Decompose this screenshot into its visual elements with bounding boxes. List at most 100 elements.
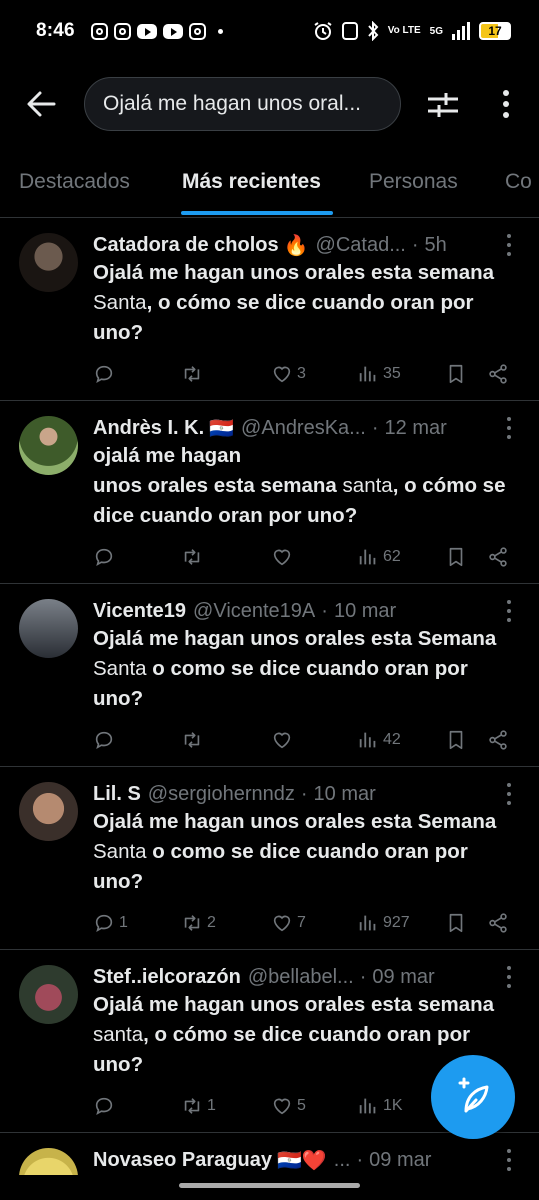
tweet-actions: 42 <box>93 726 513 754</box>
bookmark-button[interactable] <box>445 543 467 571</box>
more-options-button[interactable] <box>496 88 516 120</box>
tab-more[interactable]: Co <box>505 170 532 194</box>
tweet[interactable]: Vicente19 @Vicente19A · 10 mar Ojalá me haga… <box>0 584 539 767</box>
back-button[interactable] <box>26 90 56 118</box>
tweet-time[interactable]: 09 mar <box>372 966 434 989</box>
like-button[interactable]: 3 <box>271 360 306 388</box>
reply-icon <box>93 912 115 934</box>
avatar[interactable] <box>19 599 78 658</box>
tweet-text-segment: o como se dice cuando oran por uno? <box>93 657 468 710</box>
views-button[interactable]: 62 <box>357 543 401 571</box>
tab-personas[interactable]: Personas <box>369 170 458 194</box>
retweet-button[interactable]: 1 <box>181 1092 216 1120</box>
tweet-time[interactable]: 12 mar <box>385 417 447 440</box>
tweet-time[interactable]: 10 mar <box>334 600 396 623</box>
author-name[interactable]: Stef..ielcorazón <box>93 966 241 989</box>
instagram-icon <box>188 22 206 40</box>
tweet-text-segment: Ojalá me hagan unos orales esta semana <box>93 261 495 284</box>
tweet-actions: 62 <box>93 543 513 571</box>
author-handle[interactable]: ... <box>334 1149 351 1172</box>
like-button[interactable]: 5 <box>271 1092 306 1120</box>
more-dot <box>503 112 509 118</box>
retweet-button[interactable] <box>181 360 207 388</box>
author-handle[interactable]: @Catad... <box>316 234 406 257</box>
bookmark-button[interactable] <box>445 909 467 937</box>
views-button[interactable]: 42 <box>357 726 401 754</box>
signal-icon <box>452 22 470 40</box>
bookmark-button[interactable] <box>445 360 467 388</box>
retweet-icon <box>181 729 203 751</box>
retweet-button[interactable] <box>181 726 207 754</box>
author-handle[interactable]: @Vicente19A <box>193 600 315 623</box>
home-gesture-handle[interactable] <box>179 1183 360 1188</box>
notification-icons <box>90 22 223 40</box>
tweet[interactable]: Catadora de cholos 🔥 @Catad... · 5h Ojalá me … <box>0 218 539 401</box>
results-feed: Catadora de cholos 🔥 @Catad... · 5h Ojalá me … <box>0 218 539 1200</box>
tweet-more-button[interactable] <box>507 783 513 805</box>
views-button[interactable]: 1K <box>357 1092 403 1120</box>
views-button[interactable]: 927 <box>357 909 410 937</box>
bar-chart-icon <box>357 1095 379 1117</box>
tweet-time[interactable]: 10 mar <box>314 783 376 806</box>
reply-button[interactable]: 1 <box>93 909 128 937</box>
reply-icon <box>93 363 115 385</box>
author-name[interactable]: Catadora de cholos <box>93 234 279 257</box>
separator-dot: · <box>359 965 367 988</box>
instagram-icon <box>113 22 131 40</box>
tab-destacados[interactable]: Destacados <box>19 170 130 194</box>
tweet-header: Catadora de cholos 🔥 @Catad... · 5h <box>93 230 493 260</box>
share-button[interactable] <box>487 360 509 388</box>
like-button[interactable]: 7 <box>271 909 306 937</box>
heart-icon <box>271 1095 293 1117</box>
reply-button[interactable] <box>93 726 119 754</box>
share-button[interactable] <box>487 543 509 571</box>
tweet-time[interactable]: 5h <box>425 234 447 257</box>
reply-button[interactable] <box>93 360 119 388</box>
share-icon <box>487 729 509 751</box>
search-filters-button[interactable] <box>426 90 460 120</box>
alarm-icon <box>314 22 332 40</box>
reply-button[interactable] <box>93 543 119 571</box>
tweet-text: ojalá me hagan unos orales esta semana sa… <box>93 441 515 531</box>
search-query: Ojalá me hagan unos oral... <box>103 92 361 115</box>
avatar[interactable] <box>19 233 78 292</box>
author-name[interactable]: Novaseo Paraguay <box>93 1149 272 1172</box>
bookmark-button[interactable] <box>445 726 467 754</box>
search-input[interactable]: Ojalá me hagan unos oral... <box>84 77 401 131</box>
more-notifications-dot <box>217 28 223 34</box>
reply-button[interactable] <box>93 1092 119 1120</box>
author-handle[interactable]: @sergiohernndz <box>148 783 295 806</box>
author-handle[interactable]: @AndresKa... <box>241 417 366 440</box>
share-button[interactable] <box>487 726 509 754</box>
views-button[interactable]: 35 <box>357 360 401 388</box>
compose-post-button[interactable] <box>431 1055 515 1139</box>
retweet-button[interactable] <box>181 543 207 571</box>
bar-chart-icon <box>357 363 379 385</box>
tweet-more-button[interactable] <box>507 234 513 256</box>
like-button[interactable] <box>271 726 297 754</box>
author-name[interactable]: Lil. S <box>93 783 141 806</box>
tweet-more-button[interactable] <box>507 966 513 988</box>
retweet-button[interactable]: 2 <box>181 909 216 937</box>
author-name[interactable]: Andrès I. K. <box>93 417 204 440</box>
avatar[interactable] <box>19 782 78 841</box>
tab-mas-recientes[interactable]: Más recientes <box>182 170 321 194</box>
author-name[interactable]: Vicente19 <box>93 600 186 623</box>
like-button[interactable] <box>271 543 297 571</box>
avatar[interactable] <box>19 965 78 1024</box>
share-button[interactable] <box>487 909 509 937</box>
tweet-more-button[interactable] <box>507 1149 513 1171</box>
tweet[interactable]: Andrès I. K. 🇵🇾 @AndresKa... · 12 mar ojalá m… <box>0 401 539 584</box>
tweet-header: Lil. S @sergiohernndz · 10 mar <box>93 779 493 809</box>
bar-chart-icon <box>357 912 379 934</box>
tweet-more-button[interactable] <box>507 417 513 439</box>
retweet-icon <box>181 546 203 568</box>
tweet[interactable]: Lil. S @sergiohernndz · 10 mar Ojalá me haga… <box>0 767 539 950</box>
tweet-more-button[interactable] <box>507 600 513 622</box>
tweet-time[interactable]: 09 mar <box>369 1149 431 1172</box>
youtube-icon <box>162 23 183 39</box>
bar-chart-icon <box>357 729 379 751</box>
author-handle[interactable]: @bellabel... <box>248 966 354 989</box>
avatar[interactable] <box>19 416 78 475</box>
heart-icon <box>271 912 293 934</box>
